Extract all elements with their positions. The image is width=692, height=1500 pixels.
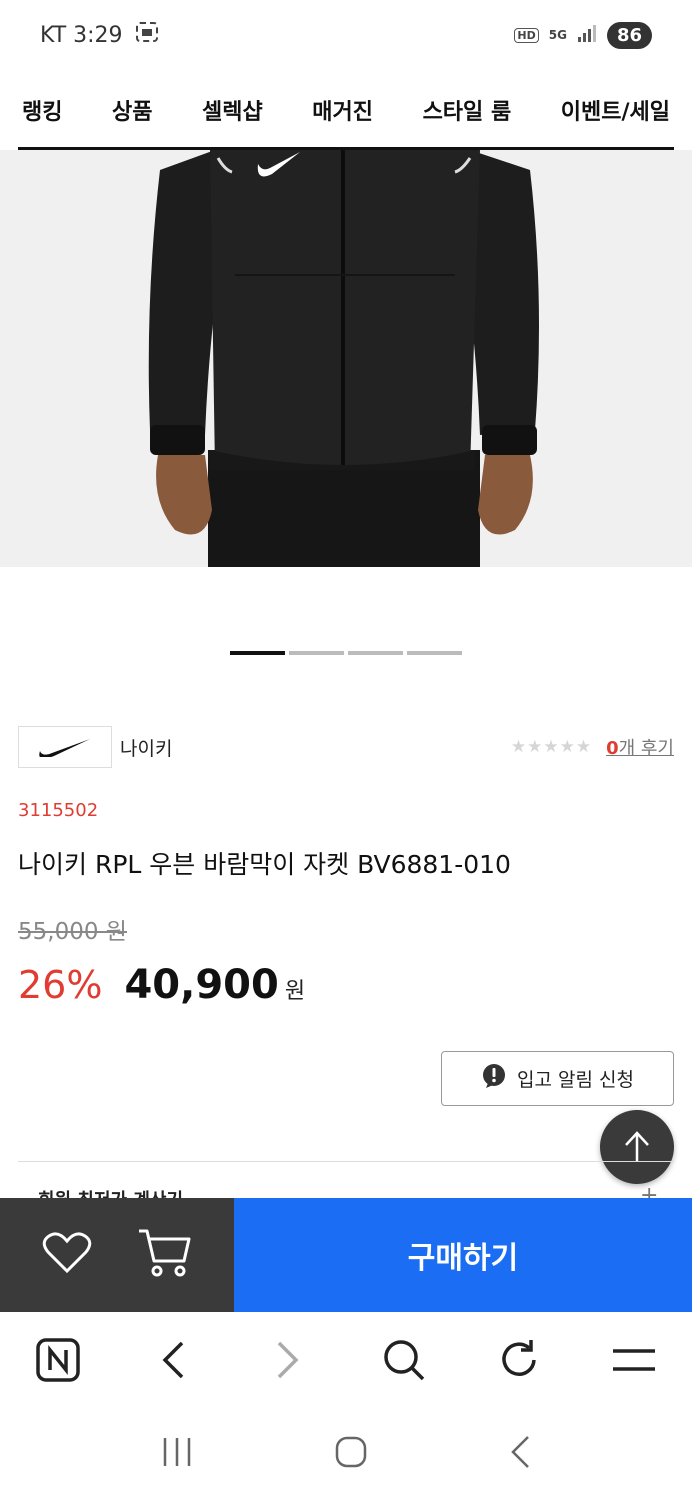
currency-unit: 원 (284, 979, 306, 1004)
browser-toolbar (0, 1312, 692, 1408)
carousel-dot[interactable] (348, 651, 403, 655)
carousel-dot[interactable] (230, 651, 285, 655)
refresh-icon[interactable] (489, 1330, 549, 1390)
menu-icon[interactable] (604, 1330, 664, 1390)
carousel-dot[interactable] (289, 651, 344, 655)
review-link[interactable]: 0개 후기 (606, 734, 674, 760)
section-divider (18, 1161, 674, 1162)
nav-item-ranking[interactable]: 랭킹 (22, 94, 62, 126)
price-row: 26% 40,900 원 (18, 962, 305, 1008)
signal-icon (577, 24, 597, 46)
screenshot-icon (135, 21, 159, 49)
hd-badge: HD (514, 27, 539, 43)
battery-indicator: 86 (606, 21, 652, 49)
original-price: 55,000 원 (18, 919, 127, 945)
restock-alert-button[interactable]: 입고 알림 신청 (441, 1051, 674, 1106)
brand-name[interactable]: 나이키 (120, 734, 172, 761)
recent-apps-icon[interactable] (160, 1436, 194, 1472)
brand-row: 나이키 ★★★★★ 0개 후기 (18, 726, 674, 768)
product-code: 3115502 (18, 800, 99, 821)
nav-item-magazine[interactable]: 매거진 (312, 94, 373, 126)
discount-rate: 26% (18, 963, 103, 1007)
review-suffix: 개 후기 (618, 738, 674, 759)
forward-icon[interactable] (258, 1330, 318, 1390)
buy-now-button[interactable]: 구매하기 (234, 1198, 692, 1312)
review-summary: ★★★★★ 0개 후기 (511, 734, 674, 760)
nav-item-select-shop[interactable]: 셀렉샵 (202, 94, 263, 126)
nav-item-events-sale[interactable]: 이벤트/세일 (561, 94, 670, 126)
naver-home-icon[interactable] (28, 1330, 88, 1390)
product-title: 나이키 RPL 우븐 바람막이 자켓 BV6881-010 (18, 850, 511, 879)
sale-price: 40,900 (124, 962, 279, 1008)
review-count: 0 (606, 738, 619, 759)
nav-item-style-room[interactable]: 스타일 룸 (423, 94, 512, 126)
carousel-dot[interactable] (407, 651, 462, 655)
system-back-icon[interactable] (508, 1435, 532, 1473)
back-icon[interactable] (143, 1330, 203, 1390)
nav-item-products[interactable]: 상품 (112, 94, 152, 126)
carrier-time: KT 3:29 (40, 22, 123, 48)
carousel-indicators (230, 651, 462, 655)
search-icon[interactable] (374, 1330, 434, 1390)
network-badge: 5G (548, 28, 567, 42)
cart-icon[interactable] (136, 1227, 192, 1283)
nike-swoosh-icon (39, 739, 90, 757)
purchase-actions (0, 1198, 234, 1312)
rating-stars: ★★★★★ (510, 737, 593, 757)
purchase-bar: 구매하기 (0, 1198, 692, 1312)
wishlist-heart-icon[interactable] (42, 1231, 92, 1279)
system-nav-bar (0, 1408, 692, 1500)
brand-logo[interactable] (18, 726, 112, 768)
status-bar: KT 3:29 HD 5G 86 (0, 0, 692, 70)
restock-label: 입고 알림 신청 (517, 1069, 634, 1091)
alert-icon (481, 1063, 507, 1094)
scroll-to-top-button[interactable] (600, 1110, 674, 1184)
top-nav: 랭킹 상품 셀렉샵 매거진 스타일 룸 이벤트/세일 (0, 70, 692, 150)
arrow-up-icon (625, 1131, 649, 1162)
product-image[interactable] (0, 150, 692, 567)
home-icon[interactable] (334, 1435, 368, 1473)
